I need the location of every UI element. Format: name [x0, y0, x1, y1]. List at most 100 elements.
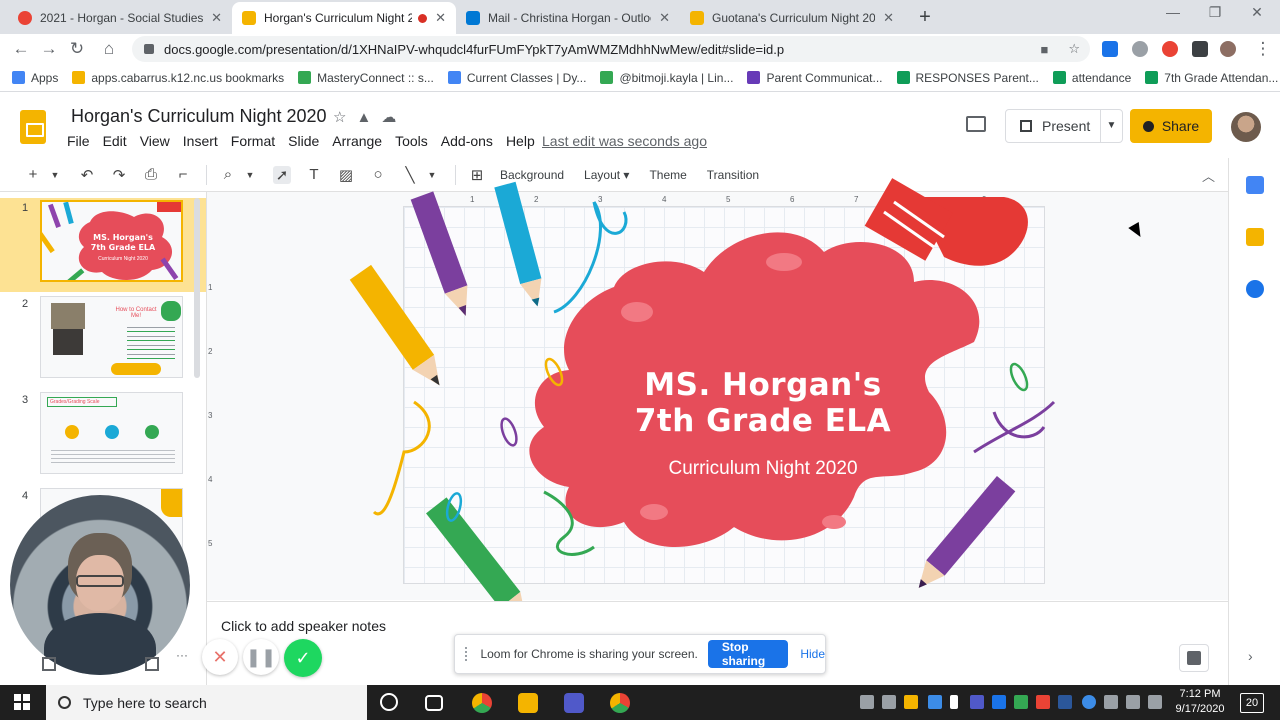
show-side-panel-icon[interactable]: › [1248, 648, 1253, 664]
loom-layout-icon[interactable] [145, 657, 159, 671]
bookmark-item[interactable]: attendance [1052, 71, 1131, 85]
zoom-icon[interactable]: ⌕ [219, 166, 237, 183]
slide-title[interactable]: MS. Horgan's 7th Grade ELA [598, 367, 928, 439]
wifi-icon[interactable] [1126, 695, 1140, 709]
account-avatar[interactable] [1231, 112, 1261, 142]
bookmark-item[interactable]: Current Classes | Dy... [447, 71, 586, 85]
close-window-button[interactable]: ✕ [1242, 4, 1272, 28]
current-slide[interactable]: MS. Horgan's 7th Grade ELA Curriculum Ni… [349, 178, 1056, 621]
chrome-profile-icon[interactable] [610, 693, 630, 713]
close-icon[interactable]: ✕ [659, 10, 670, 26]
theme-button[interactable]: Theme [649, 168, 686, 182]
slides-logo-icon[interactable] [20, 110, 46, 144]
shape-icon[interactable]: ○ [369, 166, 387, 183]
tray-icon[interactable] [1036, 695, 1050, 709]
browser-tab-active[interactable]: Horgan's Curriculum Night 2 ✕ [232, 2, 456, 34]
action-center-notification-badge[interactable]: 20 [1240, 693, 1264, 713]
collapse-toolbar-icon[interactable]: ︿ [1202, 166, 1215, 185]
menu-file[interactable]: File [67, 133, 90, 149]
transition-button[interactable]: Transition [707, 168, 759, 182]
calendar-icon[interactable] [1246, 176, 1264, 194]
tray-icon[interactable] [992, 695, 1006, 709]
stop-sharing-button[interactable]: Stop sharing [707, 640, 789, 668]
browser-tab[interactable]: Mail - Christina Horgan - Outlool ✕ [456, 2, 680, 34]
drag-handle-icon[interactable] [465, 647, 468, 661]
zoom-dropdown-icon[interactable]: ▼ [241, 170, 259, 180]
finish-recording-button[interactable]: ✓ [284, 639, 322, 677]
menu-arrange[interactable]: Arrange [332, 133, 382, 149]
close-icon[interactable]: ✕ [883, 10, 894, 26]
paint-format-icon[interactable]: ⌐ [174, 166, 192, 183]
taskbar-search[interactable]: Type here to search [46, 685, 367, 720]
move-to-folder-icon[interactable]: ▲ [356, 109, 381, 126]
slide-thumbnail-2[interactable]: How to Contact Me! [40, 296, 183, 378]
menu-insert[interactable]: Insert [183, 133, 218, 149]
menu-help[interactable]: Help [506, 133, 535, 149]
new-tab-button[interactable]: + [913, 6, 937, 30]
menu-format[interactable]: Format [231, 133, 275, 149]
teams-icon[interactable] [564, 693, 584, 713]
present-dropdown-icon[interactable]: ▼ [1100, 110, 1122, 142]
puzzle-icon[interactable] [1192, 41, 1208, 57]
filmstrip-scrollbar[interactable] [194, 198, 200, 378]
pause-recording-button[interactable]: ❚❚ [243, 639, 279, 675]
close-icon[interactable]: ✕ [435, 10, 446, 26]
loom-extension-icon[interactable] [1162, 41, 1178, 57]
reload-button[interactable]: ↻ [66, 38, 88, 60]
tasks-icon[interactable] [1246, 280, 1264, 298]
camera-icon[interactable]: ■ [1040, 42, 1048, 57]
loom-webcam-bubble[interactable] [10, 495, 190, 675]
system-clock[interactable]: 7:12 PM 9/17/2020 [1172, 687, 1228, 717]
extension-icon[interactable] [1132, 41, 1148, 57]
forward-button[interactable]: → [38, 38, 60, 60]
bookmark-item[interactable]: apps.cabarrus.k12.nc.us bookmarks [72, 71, 284, 85]
address-bar[interactable]: docs.google.com/presentation/d/1XHNaIPV-… [132, 36, 1090, 62]
task-view-icon[interactable] [425, 695, 443, 711]
onedrive-icon[interactable] [928, 695, 942, 709]
text-box-icon[interactable]: T [305, 166, 323, 183]
bookmark-apps[interactable]: Apps [12, 71, 58, 85]
profile-avatar[interactable] [1220, 41, 1236, 57]
slide-thumbnail-1[interactable]: MS. Horgan's 7th Grade ELA Curriculum Ni… [40, 200, 183, 282]
home-button[interactable]: ⌂ [98, 38, 120, 60]
tray-icon[interactable] [860, 695, 874, 709]
keep-icon[interactable] [1246, 228, 1264, 246]
new-slide-dropdown-icon[interactable]: ▼ [46, 170, 64, 180]
windows-start-icon[interactable] [14, 694, 30, 710]
more-vert-icon[interactable]: ⋮ [1252, 38, 1274, 60]
file-explorer-icon[interactable] [518, 693, 538, 713]
star-icon[interactable]: ☆ [333, 109, 356, 126]
undo-icon[interactable]: ↶ [78, 166, 96, 184]
chrome-icon[interactable] [472, 693, 492, 713]
hide-button[interactable]: Hide [800, 647, 825, 661]
bookmark-item[interactable]: RESPONSES Parent... [896, 71, 1039, 85]
bookmark-item[interactable]: Parent Communicat... [747, 71, 883, 85]
add-comment-icon[interactable]: ⊞ [468, 166, 486, 184]
slide-thumbnail-3[interactable]: Grades/Grading Scale [40, 392, 183, 474]
slide-subtitle[interactable]: Curriculum Night 2020 [618, 458, 908, 480]
share-button[interactable]: Share [1130, 109, 1212, 143]
browser-tab[interactable]: Guotana's Curriculum Night 2020 ✕ [680, 2, 904, 34]
line-dropdown-icon[interactable]: ▼ [423, 170, 441, 180]
menu-slide[interactable]: Slide [288, 133, 319, 149]
tray-icon[interactable] [970, 695, 984, 709]
browser-tab[interactable]: 2021 - Horgan - Social Studies G ✕ [8, 2, 232, 34]
redo-icon[interactable]: ↷ [110, 166, 128, 184]
speaker-notes-placeholder[interactable]: Click to add speaker notes [221, 618, 386, 634]
menu-view[interactable]: View [140, 133, 170, 149]
tray-icon[interactable] [904, 695, 918, 709]
last-edit-link[interactable]: Last edit was seconds ago [542, 133, 707, 149]
cortana-icon[interactable] [380, 693, 398, 711]
word-icon[interactable] [1058, 695, 1072, 709]
menu-tools[interactable]: Tools [395, 133, 428, 149]
loom-layout-icon[interactable] [42, 657, 56, 671]
menu-edit[interactable]: Edit [103, 133, 127, 149]
bookmark-item[interactable]: 7th Grade Attendan... [1145, 71, 1278, 85]
cloud-saved-icon[interactable]: ☁ [381, 109, 406, 126]
document-title[interactable]: Horgan's Curriculum Night 2020 [71, 106, 327, 127]
bluetooth-icon[interactable] [1082, 695, 1096, 709]
battery-icon[interactable] [1148, 695, 1162, 709]
line-icon[interactable]: ╲ [401, 166, 419, 184]
restore-button[interactable]: ❐ [1200, 4, 1230, 28]
more-horiz-icon[interactable]: ··· [172, 646, 192, 666]
